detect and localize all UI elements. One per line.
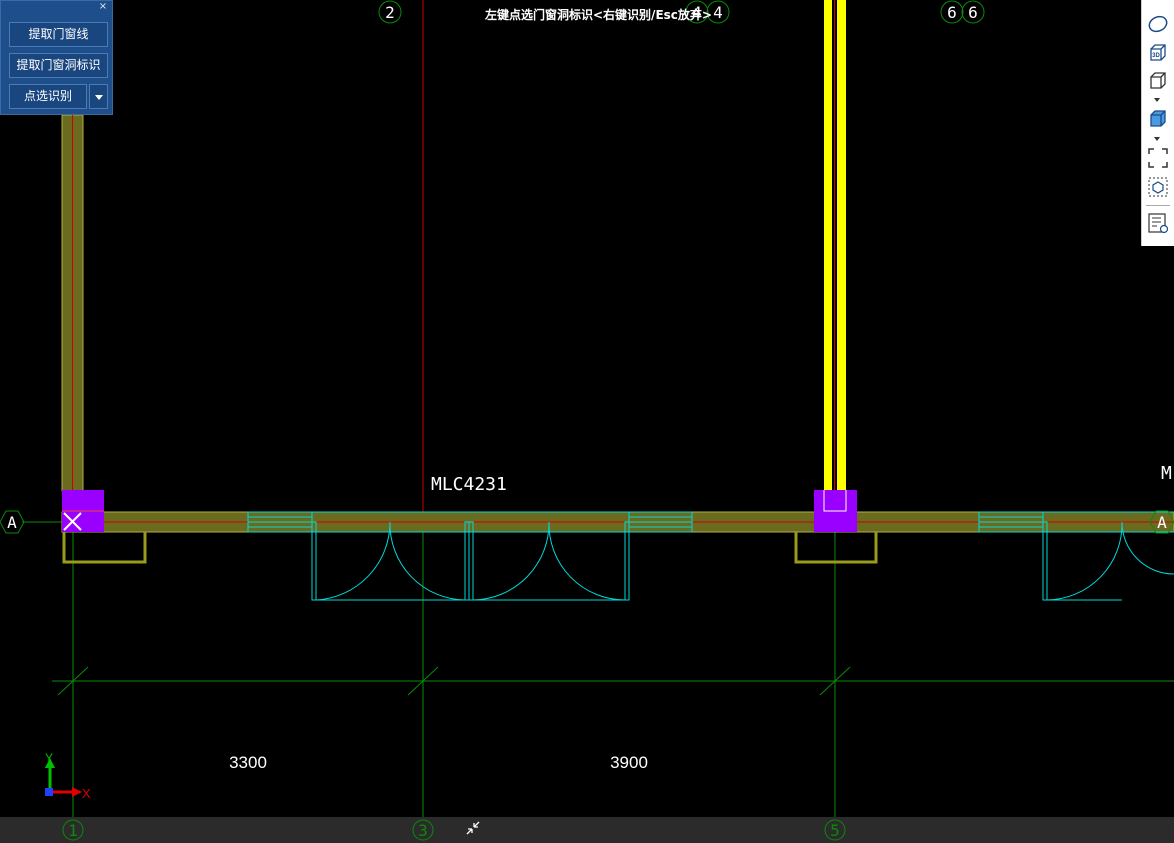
status-axis-bubbles: 1 3 5 [62,819,846,841]
sills [62,532,878,564]
window-tag-label[interactable]: MLC4231 [431,474,507,495]
fullscreen-icon[interactable] [1147,147,1169,169]
axis-label-top-2: 2 [385,3,395,22]
dimension-text-3900: 3900 [610,753,648,772]
window-1[interactable] [247,511,313,533]
axis-label-bottom-3: 3 [418,821,428,840]
wireframe-view-icon[interactable] [1147,70,1169,92]
axis-label-a-right: A [1157,513,1167,532]
sill-left[interactable] [62,532,147,564]
window-2[interactable] [628,511,693,533]
window-3[interactable] [978,511,1044,533]
chevron-down-icon[interactable] [89,84,108,109]
axis-label-top-6b: 6 [968,3,978,22]
toolbar-divider [1146,205,1170,206]
chevron-down-icon[interactable] [1154,98,1160,102]
shaded-view-icon[interactable] [1147,108,1169,130]
select-box-icon[interactable] [1147,176,1169,198]
recognition-panel: × 提取门窗线 提取门窗洞标识 点选识别 [0,0,113,115]
dimension-line [52,666,1174,696]
doors [311,521,1174,601]
extract-opening-labels-button[interactable]: 提取门窗洞标识 [9,53,108,78]
chevron-down-icon[interactable] [1154,137,1160,141]
properties-icon[interactable] [1147,212,1169,234]
window-tag-label-right[interactable]: M [1161,463,1172,484]
pick-cursor-icon [466,821,480,835]
command-prompt: 左键点选门窗洞标识<右键识别/Esc放弃> [485,8,712,22]
axis-label-bottom-1: 1 [68,821,78,840]
axis-label-top-6a: 6 [947,3,957,22]
svg-text:3D: 3D [1152,53,1160,59]
view-toolbar: 3D [1141,0,1174,246]
door-2[interactable] [389,521,470,601]
axis-label-bottom-5: 5 [830,821,840,840]
3d-view-icon[interactable]: 3D [1147,42,1169,64]
door-3[interactable] [468,521,550,601]
grid-lines [22,0,1150,817]
axis-label-top-4b: 4 [713,3,723,22]
ucs-y-label: Y [45,751,53,765]
orbit-icon[interactable] [1147,13,1169,35]
cad-canvas[interactable]: 2 4 4 6 6 A A MLC4231 M 3300 3900 Y X [0,0,1174,843]
axis-label-a-left: A [7,513,17,532]
dimension-text-3300: 3300 [229,753,267,772]
door-5[interactable] [1042,521,1174,601]
door-1[interactable] [311,521,391,601]
door-4[interactable] [548,521,630,601]
point-select-recognize-button[interactable]: 点选识别 [9,84,87,109]
sill-middle[interactable] [794,532,878,564]
close-icon[interactable]: × [97,1,109,13]
ucs-x-label: X [82,786,91,801]
ucs-icon: Y X [45,751,91,801]
extract-door-window-lines-button[interactable]: 提取门窗线 [9,22,108,47]
